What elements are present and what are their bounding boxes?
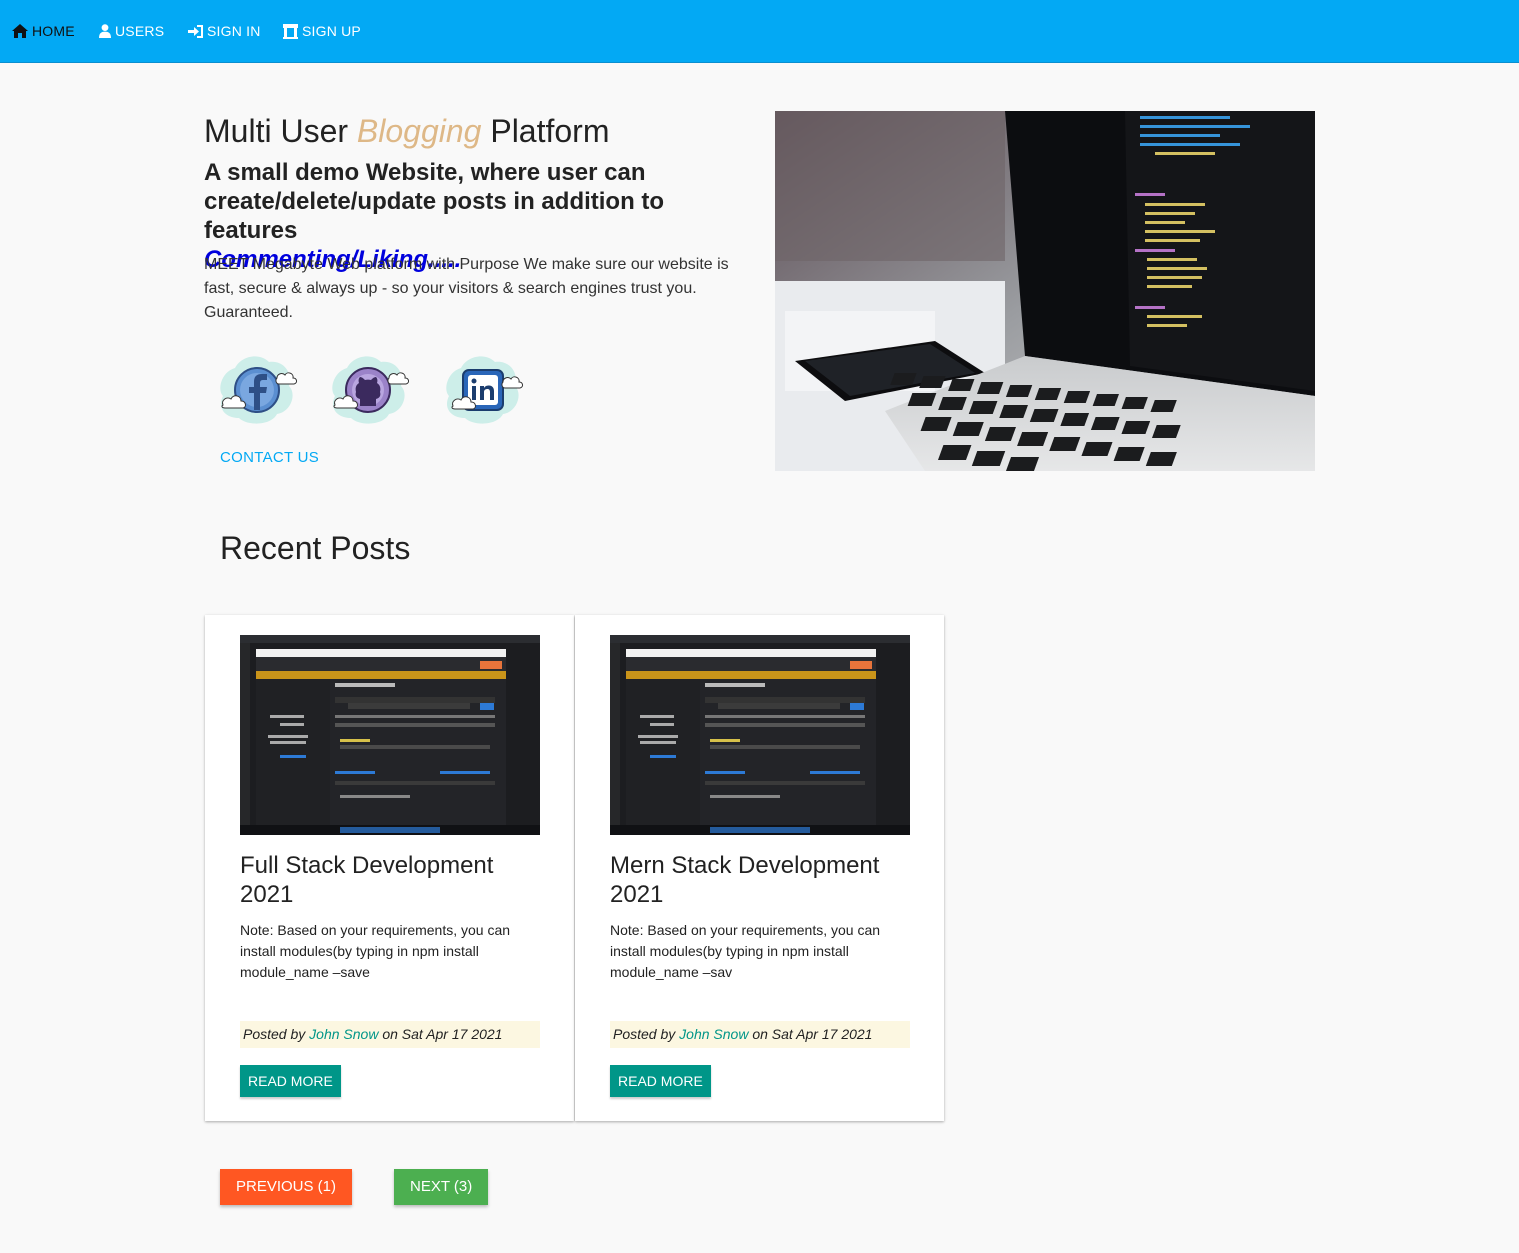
nav-signup-link[interactable]: SIGN UP	[283, 21, 361, 41]
post-title: Full Stack Development 2021	[240, 852, 494, 908]
user-icon	[99, 24, 111, 38]
top-navbar: HOME USERS SIGN IN SIGN UP	[0, 0, 1519, 63]
post-date: Sat Apr 17 2021	[401, 1026, 503, 1042]
sign-in-icon	[188, 24, 203, 38]
nav-signin-link[interactable]: SIGN IN	[188, 21, 261, 41]
hero-title-suffix: Platform	[481, 113, 610, 149]
post-meta: Posted by John Snow on Sat Apr 17 2021	[610, 1021, 910, 1048]
nav-users-label: USERS	[115, 23, 165, 39]
github-icon	[332, 356, 409, 424]
recent-posts-heading: Recent Posts	[220, 530, 411, 566]
hero-title-prefix: Multi User	[204, 113, 357, 149]
home-icon	[12, 24, 28, 38]
contact-us-link[interactable]: CONTACT US	[220, 449, 319, 466]
read-more-button[interactable]: READ MORE	[240, 1065, 341, 1097]
post-excerpt: Note: Based on your requirements, you ca…	[610, 922, 881, 980]
post-card: Full Stack Development 2021 Note: Based …	[205, 615, 574, 1121]
facebook-icon	[220, 356, 297, 424]
post-excerpt: Note: Based on your requirements, you ca…	[240, 922, 511, 980]
post-meta-label: Posted by	[613, 1026, 676, 1042]
hero-laptop-image	[775, 111, 1315, 471]
post-meta-on: on	[382, 1026, 398, 1042]
nav-signin-label: SIGN IN	[207, 23, 261, 39]
hero-title: Multi User Blogging Platform	[204, 112, 609, 150]
post-meta: Posted by John Snow on Sat Apr 17 2021	[240, 1021, 540, 1048]
post-thumbnail	[610, 635, 910, 835]
linkedin-link[interactable]	[439, 350, 525, 428]
github-link[interactable]	[325, 350, 411, 428]
post-meta-on: on	[752, 1026, 768, 1042]
nav-signup-label: SIGN UP	[302, 23, 361, 39]
post-meta-label: Posted by	[243, 1026, 306, 1042]
hero-title-accent: Blogging	[356, 113, 482, 149]
next-page-button[interactable]: NEXT (3)	[394, 1169, 489, 1205]
facebook-link[interactable]	[213, 350, 299, 428]
post-author-link[interactable]: John Snow	[309, 1026, 378, 1042]
nav-home-link[interactable]: HOME	[12, 21, 75, 41]
post-thumbnail	[240, 635, 540, 835]
nav-users-link[interactable]: USERS	[99, 21, 164, 41]
nav-home-label: HOME	[32, 23, 75, 39]
previous-page-button[interactable]: PREVIOUS (1)	[220, 1169, 353, 1205]
post-title: Mern Stack Development 2021	[610, 852, 880, 908]
post-author-link[interactable]: John Snow	[679, 1026, 748, 1042]
read-more-button[interactable]: READ MORE	[610, 1065, 711, 1097]
hero-subtitle-text: A small demo Website, where user can cre…	[204, 159, 665, 244]
post-date: Sat Apr 17 2021	[771, 1026, 873, 1042]
post-card: Mern Stack Development 2021 Note: Based …	[575, 615, 944, 1121]
hero-description: MEET Megabyte Web platform with Purpose …	[204, 256, 729, 321]
institution-icon	[283, 23, 298, 39]
linkedin-icon	[446, 356, 523, 424]
